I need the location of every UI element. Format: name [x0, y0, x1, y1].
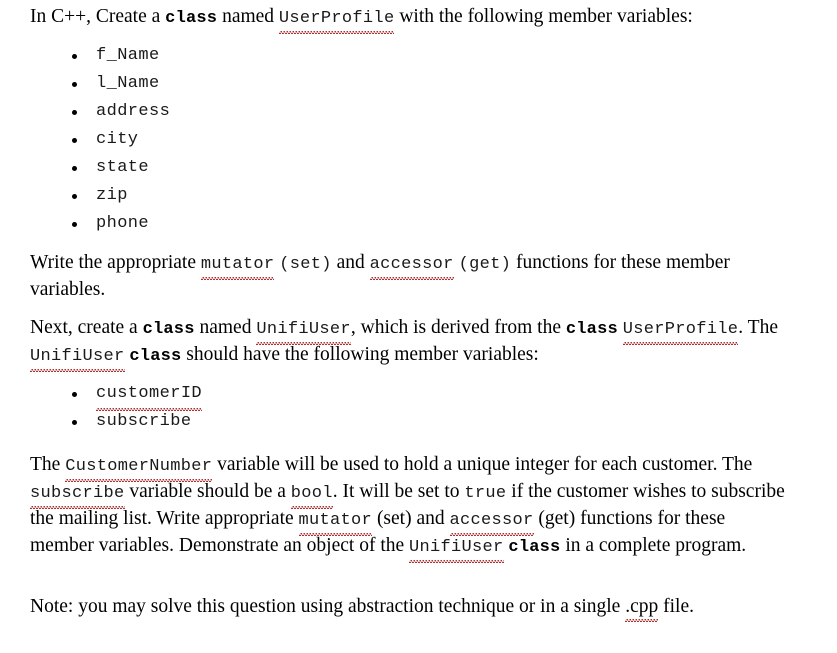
- derived-member-label: subscribe: [96, 412, 192, 431]
- member-variable-label: state: [96, 158, 150, 177]
- note-text-2: file.: [658, 596, 694, 617]
- code-cpp-extension: .cpp: [625, 596, 659, 622]
- code-mutator: mutator: [298, 508, 373, 536]
- code-bool: bool: [290, 481, 333, 509]
- keyword-class: class: [508, 538, 561, 557]
- code-unifiuser: UnifiUser: [256, 317, 351, 345]
- derived-member-label: customerID: [96, 380, 203, 411]
- member-variable-label: phone: [96, 214, 150, 233]
- list-item: l_Name: [70, 70, 170, 98]
- accessors-paragraph: Write the appropriate mutator (set) and …: [30, 250, 792, 302]
- code-userprofile: UserProfile: [622, 317, 739, 345]
- keyword-class: class: [165, 9, 218, 28]
- derived-text-3: , which is derived from the: [350, 317, 566, 338]
- code-customernumber: CustomerNumber: [65, 454, 213, 482]
- detail-text-2: variable will be used to hold a unique i…: [212, 454, 753, 475]
- member-variable-label: address: [96, 102, 171, 121]
- keyword-class: class: [142, 320, 195, 339]
- list-item: zip: [70, 182, 170, 210]
- member-variable-label: city: [96, 130, 139, 149]
- member-variable-label: zip: [96, 186, 128, 205]
- detail-text-8: in a complete program.: [560, 535, 747, 556]
- accessors-text-2: and: [331, 252, 370, 273]
- note-text-1: Note: you may solve this question using …: [30, 596, 626, 617]
- intro-text-3: with the following member variables:: [394, 6, 693, 27]
- list-item: address: [70, 98, 170, 126]
- detail-text-4: . It will be set to: [332, 481, 465, 502]
- note-paragraph: Note: you may solve this question using …: [30, 594, 792, 622]
- member-variables-list: f_Name l_Name address city state zip pho…: [70, 42, 170, 238]
- derived-text-5: should have the following member variabl…: [181, 344, 539, 365]
- detail-text-3: variable should be a: [124, 481, 291, 502]
- derived-text-4: . The: [738, 317, 778, 338]
- code-unifiuser: UnifiUser: [409, 535, 504, 563]
- code-set: (set): [279, 255, 332, 274]
- code-accessor: accessor: [449, 508, 534, 536]
- code-true: true: [464, 484, 507, 503]
- detail-text-6: (set) and: [372, 508, 450, 529]
- derived-members-list: customerID subscribe: [70, 380, 203, 436]
- keyword-class: class: [565, 320, 618, 339]
- intro-text-1: In C++, Create a: [30, 6, 166, 27]
- list-item: customerID: [70, 380, 203, 411]
- derived-class-paragraph: Next, create a class named UnifiUser, wh…: [30, 315, 792, 372]
- code-unifiuser: UnifiUser: [30, 344, 125, 372]
- intro-paragraph: In C++, Create a class named UserProfile…: [30, 4, 792, 34]
- code-mutator: mutator: [200, 252, 275, 280]
- derived-text-1: Next, create a: [30, 317, 143, 338]
- derived-text-2: named: [194, 317, 257, 338]
- accessors-text-1: Write the appropriate: [30, 252, 201, 273]
- list-item: subscribe: [70, 408, 202, 436]
- list-item: city: [70, 126, 170, 154]
- detail-text-1: The: [30, 454, 66, 475]
- list-item: state: [70, 154, 170, 182]
- code-get: (get): [458, 255, 512, 274]
- list-item: f_Name: [70, 42, 170, 70]
- document-page: In C++, Create a class named UserProfile…: [0, 0, 837, 653]
- detail-paragraph: The CustomerNumber variable will be used…: [30, 452, 792, 563]
- intro-text-2: named: [217, 6, 279, 27]
- code-subscribe: subscribe: [30, 481, 125, 509]
- member-variable-label: f_Name: [96, 46, 160, 65]
- keyword-class: class: [129, 347, 182, 366]
- list-item: phone: [70, 210, 170, 238]
- member-variable-label: l_Name: [96, 74, 160, 93]
- code-userprofile: UserProfile: [278, 6, 395, 34]
- code-accessor: accessor: [369, 252, 454, 280]
